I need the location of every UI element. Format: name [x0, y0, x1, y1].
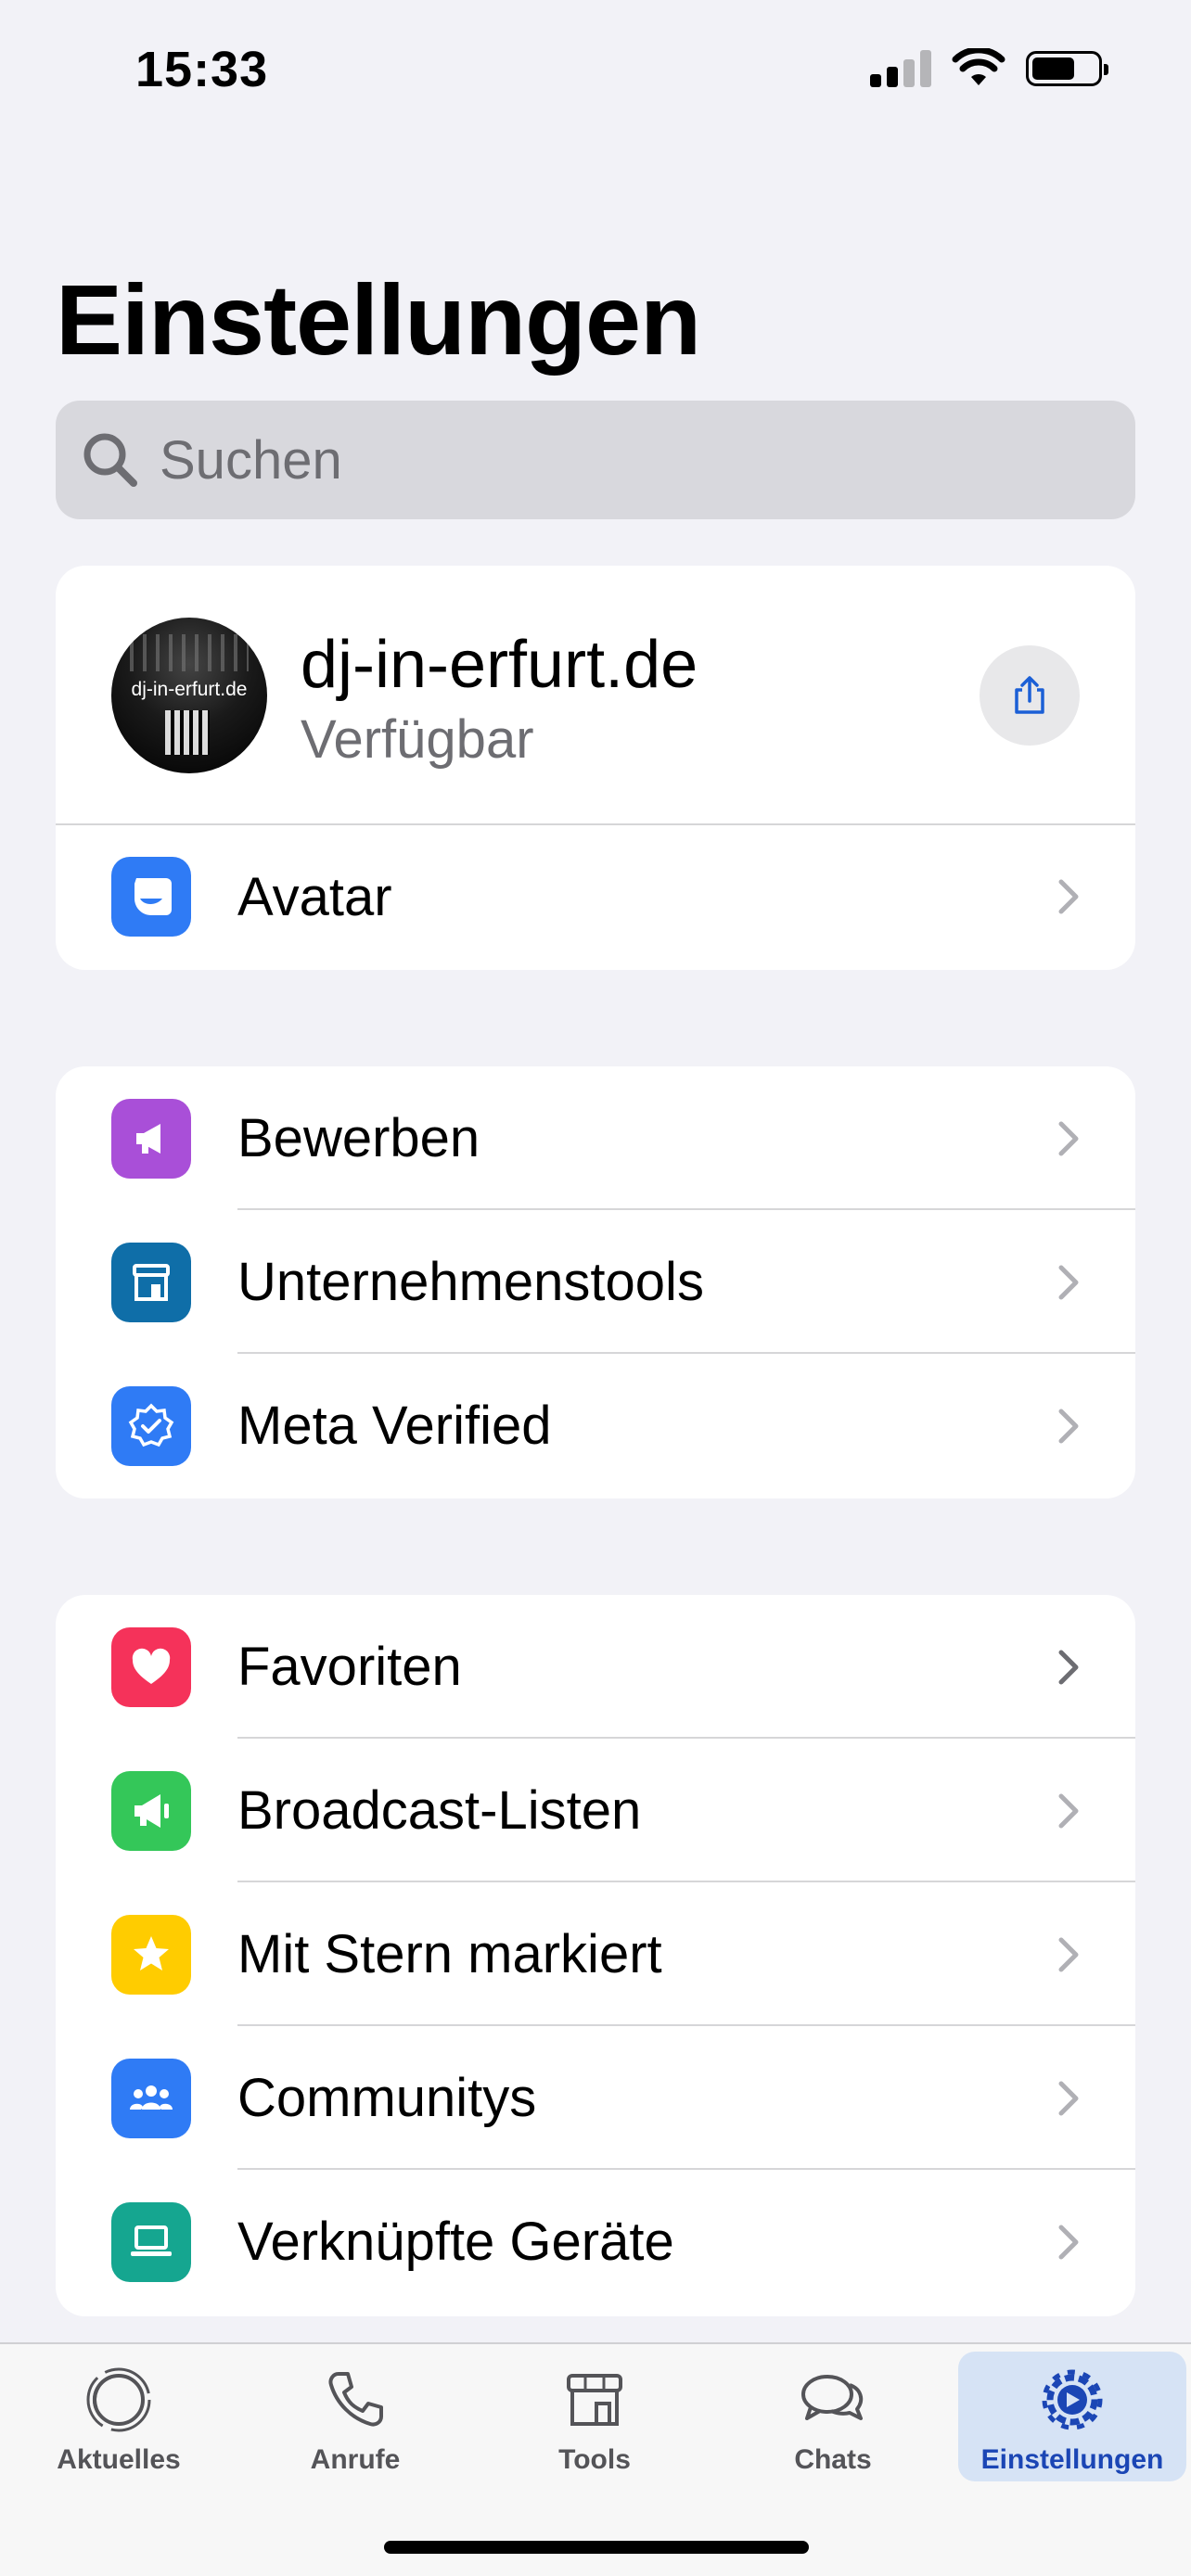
- search-input[interactable]: [160, 428, 1069, 491]
- tab-anrufe[interactable]: Anrufe: [241, 2352, 469, 2481]
- chevron-right-icon: [1058, 1265, 1079, 1299]
- profile-status: Verfügbar: [301, 709, 534, 770]
- home-indicator: [384, 2541, 809, 2554]
- business-settings-group: Bewerben Unternehmenstools Meta Verified: [56, 1066, 1135, 1498]
- status-time: 15:33: [135, 42, 269, 97]
- chevron-right-icon: [1058, 1937, 1079, 1971]
- share-button[interactable]: [980, 645, 1080, 746]
- settings-row-label: Broadcast-Listen: [237, 1780, 642, 1841]
- phone-icon: [328, 2372, 383, 2427]
- chevron-right-icon: [1058, 879, 1079, 914]
- page-title: Einstellungen: [56, 263, 701, 376]
- settings-row-label: Communitys: [237, 2068, 537, 2128]
- tab-einstellungen[interactable]: Einstellungen: [958, 2352, 1186, 2481]
- store-icon: [567, 2374, 622, 2426]
- avatar-icon: [111, 857, 191, 937]
- tab-label: Anrufe: [310, 2444, 401, 2475]
- settings-row-label: Bewerben: [237, 1108, 480, 1168]
- wifi-icon: [952, 48, 1005, 85]
- profile-name: dj-in-erfurt.de: [301, 628, 698, 702]
- status-icons: [870, 48, 1108, 89]
- tab-chats[interactable]: Chats: [719, 2352, 947, 2481]
- chevron-right-icon: [1058, 1409, 1079, 1443]
- settings-row-bewerben[interactable]: Bewerben: [56, 1066, 1135, 1210]
- storefront-icon: [111, 1242, 191, 1322]
- settings-row-avatar[interactable]: Avatar: [56, 825, 1135, 968]
- settings-row-favoriten[interactable]: Favoriten: [56, 1595, 1135, 1739]
- tab-tools[interactable]: Tools: [480, 2352, 709, 2481]
- settings-row-label: Unternehmenstools: [237, 1252, 704, 1312]
- laptop-icon: [111, 2201, 191, 2282]
- share-icon: [1015, 676, 1044, 714]
- cellular-signal-icon: [870, 50, 931, 87]
- settings-row-meta-verified[interactable]: Meta Verified: [56, 1354, 1135, 1498]
- settings-row-label: Verknüpfte Geräte: [237, 2212, 674, 2272]
- tab-label: Aktuelles: [57, 2444, 181, 2475]
- avatar-caption: dj-in-erfurt.de: [131, 679, 248, 700]
- chevron-right-icon: [1058, 1650, 1079, 1684]
- chevron-right-icon: [1058, 2225, 1079, 2259]
- profile-card: dj-in-erfurt.de dj-in-erfurt.de Verfügba…: [56, 566, 1135, 970]
- verified-badge-icon: [111, 1385, 191, 1466]
- status-bar: 15:33: [0, 0, 1191, 139]
- chat-bubbles-icon: [801, 2375, 864, 2420]
- tab-label: Einstellungen: [980, 2444, 1164, 2475]
- heart-icon: [111, 1626, 191, 1707]
- settings-row-label: Favoriten: [237, 1637, 462, 1697]
- tab-label: Chats: [794, 2444, 872, 2475]
- status-ring-icon: [86, 2367, 151, 2432]
- settings-row-unternehmenstools[interactable]: Unternehmenstools: [56, 1210, 1135, 1354]
- chevron-right-icon: [1058, 1793, 1079, 1828]
- chevron-right-icon: [1058, 1121, 1079, 1155]
- settings-row-communities[interactable]: Communitys: [56, 2026, 1135, 2170]
- settings-row-starred[interactable]: Mit Stern markiert: [56, 1882, 1135, 2026]
- settings-row-linked-devices[interactable]: Verknüpfte Geräte: [56, 2170, 1135, 2314]
- chevron-right-icon: [1058, 2081, 1079, 2115]
- community-icon: [111, 2058, 191, 2138]
- profile-header[interactable]: dj-in-erfurt.de dj-in-erfurt.de Verfügba…: [56, 566, 1135, 825]
- settings-row-label: Meta Verified: [237, 1396, 552, 1456]
- broadcast-icon: [111, 1770, 191, 1851]
- star-icon: [111, 1914, 191, 1995]
- tab-aktuelles[interactable]: Aktuelles: [5, 2352, 233, 2481]
- profile-avatar[interactable]: dj-in-erfurt.de: [111, 618, 267, 773]
- tab-label: Tools: [558, 2444, 631, 2475]
- megaphone-icon: [111, 1098, 191, 1179]
- search-icon: [83, 433, 137, 487]
- settings-row-label: Avatar: [237, 866, 392, 927]
- settings-row-broadcast[interactable]: Broadcast-Listen: [56, 1739, 1135, 1882]
- qr-code-icon: [165, 710, 210, 755]
- battery-icon: [1026, 51, 1108, 86]
- search-bar[interactable]: [56, 401, 1135, 519]
- settings-row-label: Mit Stern markiert: [237, 1924, 662, 1984]
- settings-gear-icon: [1042, 2369, 1103, 2430]
- chat-settings-group: Favoriten Broadcast-Listen Mit Stern mar…: [56, 1595, 1135, 2316]
